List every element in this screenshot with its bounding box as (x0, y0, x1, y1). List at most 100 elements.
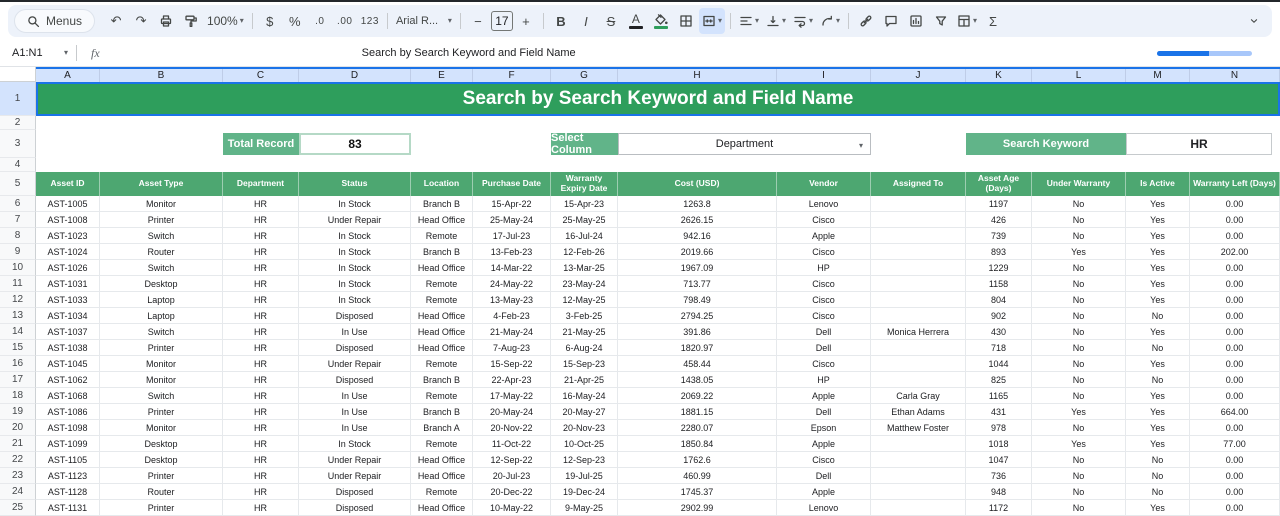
row-header-4[interactable]: 4 (0, 158, 36, 172)
table-cell[interactable]: AST-1008 (36, 212, 100, 228)
table-cell[interactable]: 0.00 (1190, 324, 1280, 340)
table-cell[interactable]: Printer (100, 340, 223, 356)
column-header-G[interactable]: G (551, 69, 618, 82)
table-cell[interactable]: HR (223, 212, 299, 228)
font-size-input[interactable]: 17 (491, 11, 513, 31)
table-cell[interactable]: 2019.66 (618, 244, 777, 260)
table-cell[interactable]: 15-Apr-22 (473, 196, 551, 212)
row-header-20[interactable]: 20 (0, 420, 36, 436)
table-cell[interactable]: Head Office (411, 324, 473, 340)
table-cell[interactable]: AST-1033 (36, 292, 100, 308)
column-header-H[interactable]: H (618, 69, 777, 82)
row-header-1[interactable]: 1 (0, 82, 36, 116)
table-header-cell[interactable]: Warranty Left (Days) (1190, 172, 1280, 196)
table-cell[interactable]: Branch A (411, 420, 473, 436)
table-cell[interactable]: HP (777, 260, 871, 276)
table-cell[interactable]: 202.00 (1190, 244, 1280, 260)
table-cell[interactable]: 25-May-25 (551, 212, 618, 228)
table-cell[interactable]: 426 (966, 212, 1032, 228)
table-cell[interactable]: HR (223, 484, 299, 500)
table-cell[interactable]: HR (223, 468, 299, 484)
table-cell[interactable]: Ethan Adams (871, 404, 966, 420)
table-cell[interactable]: 77.00 (1190, 436, 1280, 452)
table-cell[interactable]: Monica Herrera (871, 324, 966, 340)
italic-button[interactable]: I (574, 8, 598, 34)
table-cell[interactable]: No (1126, 452, 1190, 468)
table-cell[interactable]: HR (223, 452, 299, 468)
table-cell[interactable]: Branch B (411, 404, 473, 420)
column-header-M[interactable]: M (1126, 69, 1190, 82)
table-cell[interactable]: 4-Feb-23 (473, 308, 551, 324)
text-rotation-button[interactable]: ▾ (817, 8, 843, 34)
table-cell[interactable]: In Stock (299, 276, 411, 292)
horizontal-align-button[interactable]: ▾ (736, 8, 762, 34)
table-cell[interactable]: Under Repair (299, 212, 411, 228)
table-cell[interactable]: HR (223, 420, 299, 436)
table-cell[interactable]: No (1032, 356, 1126, 372)
table-cell[interactable]: No (1032, 212, 1126, 228)
table-cell[interactable]: Printer (100, 404, 223, 420)
table-header-cell[interactable]: Asset ID (36, 172, 100, 196)
table-cell[interactable]: HR (223, 244, 299, 260)
table-cell[interactable]: 11-Oct-22 (473, 436, 551, 452)
table-cell[interactable]: No (1032, 196, 1126, 212)
print-button[interactable] (154, 8, 178, 34)
table-cell[interactable]: Remote (411, 276, 473, 292)
column-header-K[interactable]: K (966, 69, 1032, 82)
table-cell[interactable]: AST-1026 (36, 260, 100, 276)
table-cell[interactable]: Yes (1032, 244, 1126, 260)
table-header-cell[interactable]: Cost (USD) (618, 172, 777, 196)
table-cell[interactable]: 718 (966, 340, 1032, 356)
table-cell[interactable] (871, 436, 966, 452)
table-cell[interactable]: HR (223, 276, 299, 292)
font-family-selector[interactable]: Arial R... ▾ (393, 8, 455, 34)
table-cell[interactable]: HR (223, 388, 299, 404)
table-cell[interactable]: Desktop (100, 436, 223, 452)
table-cell[interactable]: 1165 (966, 388, 1032, 404)
undo-button[interactable]: ↶ (104, 8, 128, 34)
table-cell[interactable]: Desktop (100, 276, 223, 292)
fill-color-button[interactable] (649, 8, 673, 34)
table-cell[interactable]: AST-1023 (36, 228, 100, 244)
table-cell[interactable] (871, 372, 966, 388)
row-header-8[interactable]: 8 (0, 228, 36, 244)
table-cell[interactable]: HR (223, 196, 299, 212)
table-cell[interactable]: 22-Apr-23 (473, 372, 551, 388)
table-cell[interactable]: Yes (1126, 404, 1190, 420)
horizontal-scrollbar[interactable] (1157, 51, 1252, 56)
table-header-cell[interactable]: Asset Type (100, 172, 223, 196)
table-cell[interactable]: 825 (966, 372, 1032, 388)
table-cell[interactable]: 1044 (966, 356, 1032, 372)
row-header-5[interactable]: 5 (0, 172, 36, 196)
table-cell[interactable]: In Use (299, 420, 411, 436)
table-cell[interactable]: Yes (1126, 260, 1190, 276)
table-cell[interactable] (871, 244, 966, 260)
table-cell[interactable]: 13-Feb-23 (473, 244, 551, 260)
table-cell[interactable]: No (1032, 260, 1126, 276)
column-header-B[interactable]: B (100, 69, 223, 82)
table-cell[interactable]: Router (100, 244, 223, 260)
table-cell[interactable]: Router (100, 484, 223, 500)
table-cell[interactable]: 460.99 (618, 468, 777, 484)
table-cell[interactable]: 20-May-24 (473, 404, 551, 420)
table-cell[interactable]: 798.49 (618, 292, 777, 308)
table-cell[interactable]: 3-Feb-25 (551, 308, 618, 324)
table-cell[interactable]: No (1032, 308, 1126, 324)
table-cell[interactable]: 12-Sep-23 (551, 452, 618, 468)
table-cell[interactable]: 13-May-23 (473, 292, 551, 308)
table-header-cell[interactable]: Vendor (777, 172, 871, 196)
format-currency-button[interactable]: $ (258, 8, 282, 34)
table-cell[interactable]: 391.86 (618, 324, 777, 340)
table-cell[interactable]: Head Office (411, 212, 473, 228)
table-cell[interactable]: 0.00 (1190, 228, 1280, 244)
table-cell[interactable]: 1438.05 (618, 372, 777, 388)
table-cell[interactable]: Dell (777, 404, 871, 420)
table-cell[interactable]: Switch (100, 260, 223, 276)
table-cell[interactable]: 893 (966, 244, 1032, 260)
table-cell[interactable]: Apple (777, 436, 871, 452)
decrease-decimal-button[interactable]: .0 (308, 8, 332, 34)
table-cell[interactable] (871, 308, 966, 324)
table-cell[interactable]: 23-May-24 (551, 276, 618, 292)
table-cell[interactable]: Lenovo (777, 196, 871, 212)
table-cell[interactable]: AST-1005 (36, 196, 100, 212)
